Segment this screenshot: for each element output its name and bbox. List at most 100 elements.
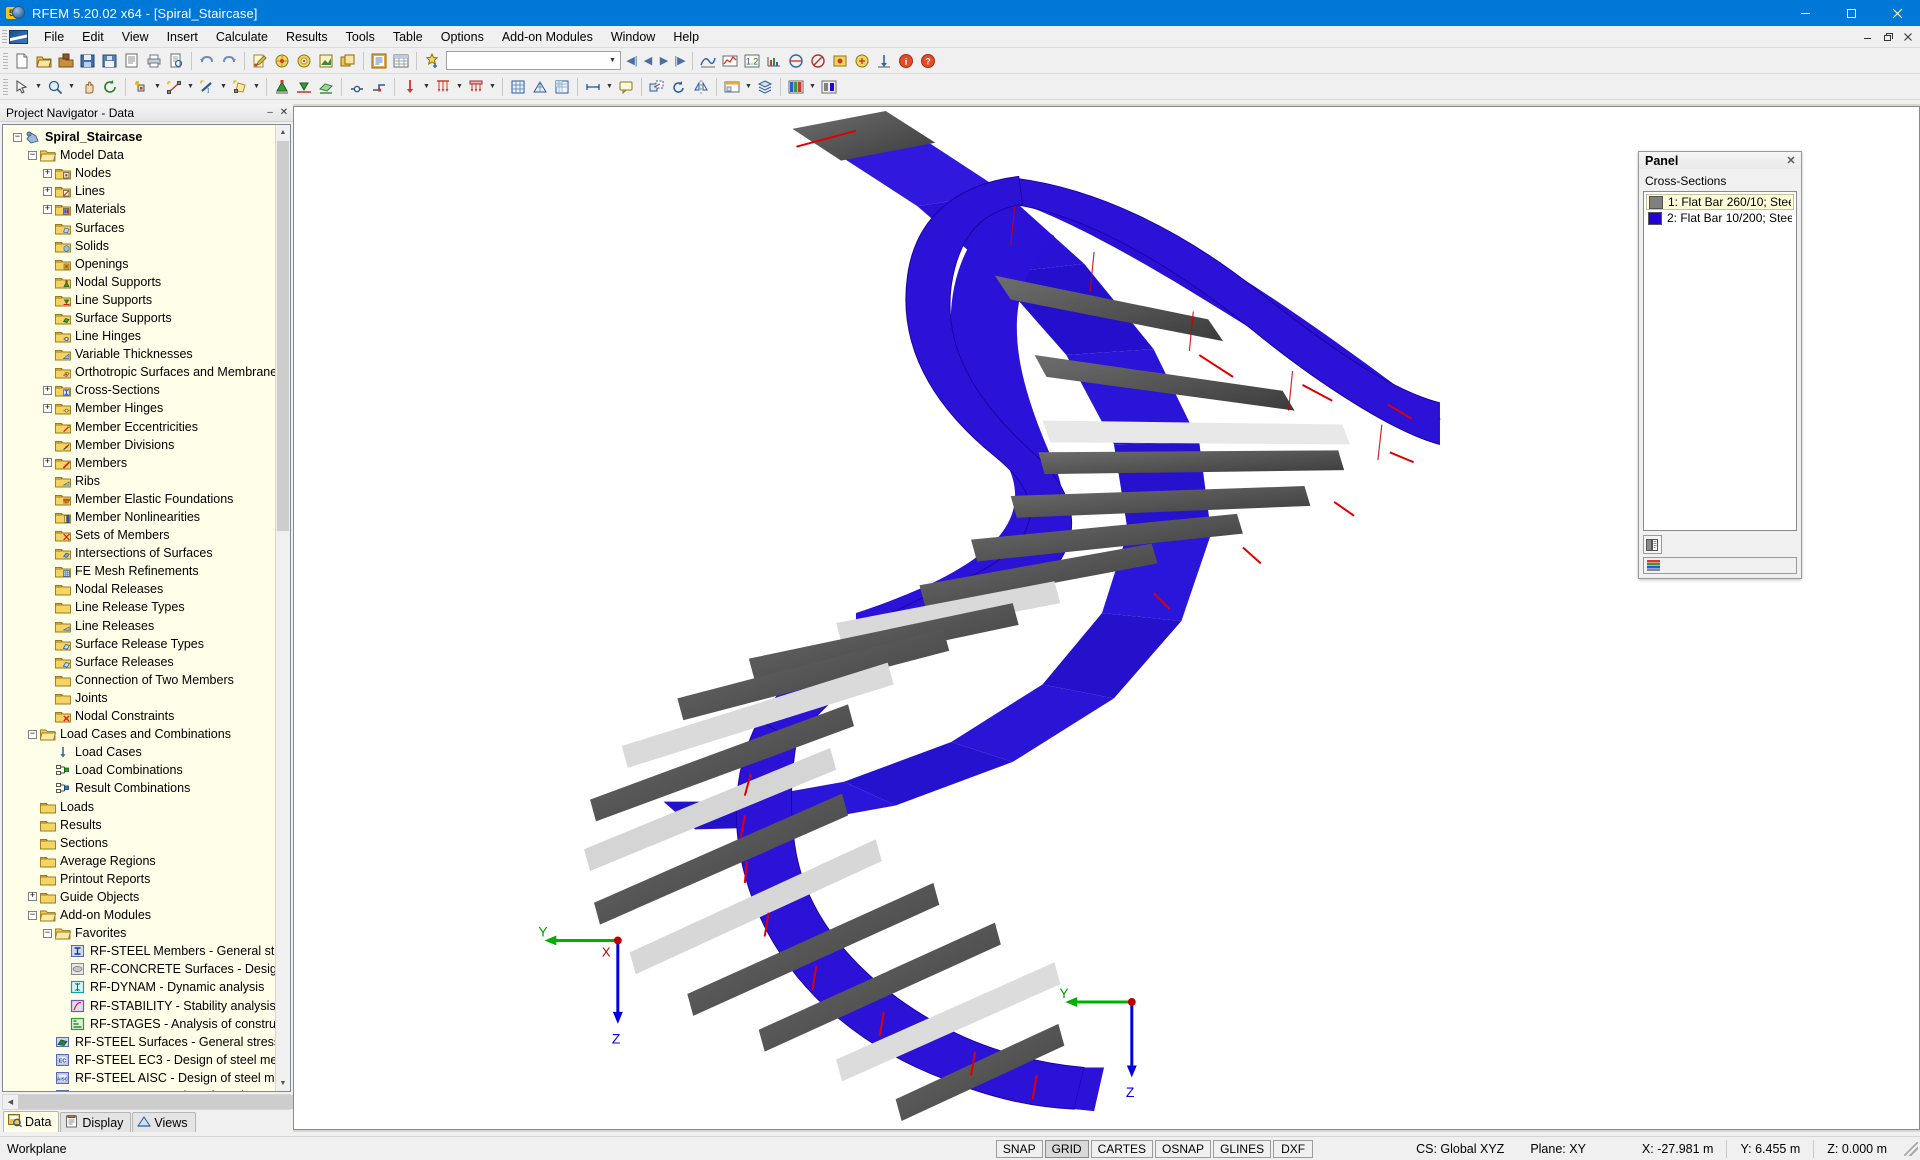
save-icon[interactable] xyxy=(99,50,121,72)
tree-item-guide-objects[interactable]: + Guide Objects xyxy=(3,888,290,906)
status-toggle-cartes[interactable]: CARTES xyxy=(1090,1139,1154,1158)
hscroll-track[interactable] xyxy=(18,1095,363,1109)
mdi-close-button[interactable] xyxy=(1898,28,1918,46)
move-copy-icon[interactable] xyxy=(646,76,668,98)
display-navigator-icon[interactable] xyxy=(315,50,337,72)
mesh-refinement-icon[interactable] xyxy=(551,76,573,98)
member-results-icon[interactable] xyxy=(851,50,873,72)
tree-item-average-regions[interactable]: Average Regions xyxy=(3,852,290,870)
comment-icon[interactable] xyxy=(615,76,637,98)
tree-item-surface-release-types[interactable]: Surface Release Types xyxy=(3,635,290,653)
mdi-minimize-button[interactable] xyxy=(1858,28,1878,46)
tree-item-rf-stages-analysis-of-construction[interactable]: RF-STAGES - Analysis of construction xyxy=(3,1015,290,1033)
line-load-dropdown-arrow-icon[interactable]: ▼ xyxy=(454,76,465,98)
navigator-tree[interactable]: − Spiral_Staircase − Model Data + Nodes + Lines… xyxy=(2,124,291,1092)
tree-item-surface-supports[interactable]: Surface Supports xyxy=(3,309,290,327)
menu-item-options[interactable]: Options xyxy=(432,26,493,48)
undo-icon[interactable] xyxy=(196,50,218,72)
maximize-button[interactable] xyxy=(1828,0,1874,26)
status-toggle-grid[interactable]: GRID xyxy=(1044,1139,1089,1158)
result-section-icon[interactable] xyxy=(785,50,807,72)
menu-item-tools[interactable]: Tools xyxy=(337,26,384,48)
load-case-combo[interactable]: ▼ xyxy=(446,51,621,70)
tree-item-results[interactable]: Results xyxy=(3,816,290,834)
tree-item-surfaces[interactable]: Surfaces xyxy=(3,218,290,236)
tree-item-cross-sections[interactable]: + Cross-Sections xyxy=(3,381,290,399)
tree-item-lines[interactable]: + Lines xyxy=(3,182,290,200)
result-values-icon[interactable]: 1.2 xyxy=(741,50,763,72)
menu-grip[interactable] xyxy=(2,29,7,44)
member-eccentricity-icon[interactable] xyxy=(368,76,390,98)
status-toggle-glines[interactable]: GLINES xyxy=(1213,1139,1272,1158)
open-recent-icon[interactable] xyxy=(55,50,77,72)
result-diagram-icon[interactable] xyxy=(763,50,785,72)
select-dropdown-arrow-icon[interactable]: ▼ xyxy=(33,76,44,98)
tree-item-line-hinges[interactable]: Line Hinges xyxy=(3,327,290,345)
support-reactions-icon[interactable] xyxy=(873,50,895,72)
cross-section-row[interactable]: 1: Flat Bar 260/10; Steel xyxy=(1646,194,1794,210)
surface-load-icon[interactable] xyxy=(465,76,487,98)
tree-item-loads[interactable]: Loads xyxy=(3,797,290,815)
surface-load-dropdown-arrow-icon[interactable]: ▼ xyxy=(487,76,498,98)
show-deformation-icon[interactable] xyxy=(697,50,719,72)
tree-item-openings[interactable]: Openings xyxy=(3,255,290,273)
tree-item-sets-of-members[interactable]: Sets of Members xyxy=(3,526,290,544)
navigator-horizontal-scrollbar[interactable]: ◀ ▶ xyxy=(2,1094,363,1110)
tree-item-rf-concrete-surfaces-design[interactable]: RF-CONCRETE Surfaces - Design xyxy=(3,960,290,978)
tree-item-member-eccentricities[interactable]: Member Eccentricities xyxy=(3,418,290,436)
surface-results-icon[interactable] xyxy=(829,50,851,72)
scroll-down-icon[interactable]: ▼ xyxy=(276,1076,290,1091)
view-settings-icon[interactable] xyxy=(293,50,315,72)
redo-icon[interactable] xyxy=(218,50,240,72)
nodal-support-icon[interactable] xyxy=(271,76,293,98)
next-icon[interactable]: ▶ xyxy=(656,50,672,72)
tree-item-rf-steel-ec3-design-of-steel-members[interactable]: EC RF-STEEL EC3 - Design of steel members xyxy=(3,1051,290,1069)
new-file-icon[interactable] xyxy=(11,50,33,72)
tree-item-result-combinations[interactable]: Result Combinations xyxy=(3,779,290,797)
save-as-icon[interactable] xyxy=(77,50,99,72)
render-model-icon[interactable] xyxy=(271,50,293,72)
menu-item-view[interactable]: View xyxy=(113,26,158,48)
tree-item-rf-steel-aisc-design-of-steel-members[interactable]: AISC RF-STEEL AISC - Design of steel memb… xyxy=(3,1069,290,1087)
tree-item-member-nonlinearities[interactable]: Member Nonlinearities xyxy=(3,508,290,526)
model-viewport[interactable]: Y Z X Y Z Panel ✕ Cross-Sections 1: Flat… xyxy=(293,106,1920,1130)
menu-item-help[interactable]: Help xyxy=(664,26,708,48)
node-dropdown-arrow-icon[interactable]: ▼ xyxy=(152,76,163,98)
tree-item-joints[interactable]: Joints xyxy=(3,689,290,707)
tree-item-surface-releases[interactable]: Surface Releases xyxy=(3,653,290,671)
mirror-icon[interactable] xyxy=(690,76,712,98)
tree-item-member-hinges[interactable]: + Member Hinges xyxy=(3,399,290,417)
collapse-icon[interactable]: − xyxy=(11,131,24,144)
tree-item-load-cases[interactable]: Load Cases xyxy=(3,743,290,761)
new-line-icon[interactable] xyxy=(163,76,185,98)
prev-all-icon[interactable]: ◀| xyxy=(624,50,640,72)
printout-report-icon[interactable] xyxy=(368,50,390,72)
info-icon[interactable]: i xyxy=(895,50,917,72)
tab-views[interactable]: Views xyxy=(132,1112,196,1132)
tree-item-rf-stability-stability-analysis[interactable]: RF-STABILITY - Stability analysis xyxy=(3,997,290,1015)
layers-icon[interactable] xyxy=(754,76,776,98)
expand-icon[interactable]: + xyxy=(41,185,54,198)
scroll-left-icon[interactable]: ◀ xyxy=(3,1098,18,1106)
help-icon[interactable]: ? xyxy=(917,50,939,72)
pan-icon[interactable] xyxy=(77,76,99,98)
tree-item-member-elastic-foundations[interactable]: Member Elastic Foundations xyxy=(3,490,290,508)
member-hinge-icon[interactable] xyxy=(346,76,368,98)
tree-item-sections[interactable]: Sections xyxy=(3,834,290,852)
new-member-icon[interactable]: I xyxy=(196,76,218,98)
tree-item-variable-thicknesses[interactable]: Variable Thicknesses xyxy=(3,345,290,363)
open-file-icon[interactable] xyxy=(33,50,55,72)
prev-icon[interactable]: ◀ xyxy=(640,50,656,72)
select-objects-icon[interactable] xyxy=(11,76,33,98)
cross-section-color-swatch[interactable] xyxy=(1649,195,1663,209)
tab-display[interactable]: Display xyxy=(60,1112,132,1132)
surface-dropdown-arrow-icon[interactable]: ▼ xyxy=(251,76,262,98)
panel-color-scale-bar[interactable] xyxy=(1643,557,1797,574)
visibility-icon[interactable] xyxy=(721,76,743,98)
print-preview-icon[interactable] xyxy=(165,50,187,72)
colored-rendering-icon[interactable] xyxy=(785,76,807,98)
line-load-icon[interactable] xyxy=(432,76,454,98)
expand-icon[interactable]: + xyxy=(41,384,54,397)
minimize-button[interactable] xyxy=(1782,0,1828,26)
tree-item-load-combinations[interactable]: Load Combinations xyxy=(3,761,290,779)
